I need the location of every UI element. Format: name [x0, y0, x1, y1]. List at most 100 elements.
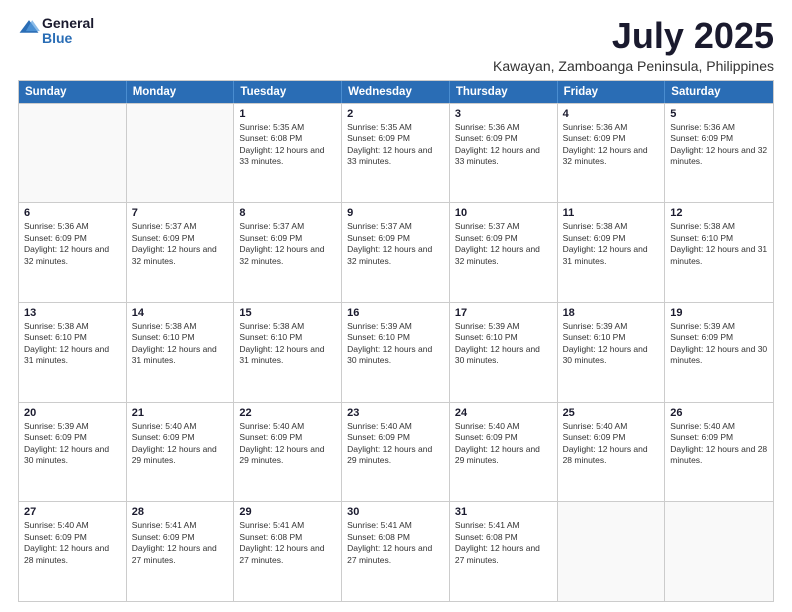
header-day-wednesday: Wednesday	[342, 81, 450, 103]
day-number: 27	[24, 506, 121, 518]
day-number: 25	[563, 407, 660, 419]
day-number: 24	[455, 407, 552, 419]
calendar: SundayMondayTuesdayWednesdayThursdayFrid…	[18, 80, 774, 602]
cal-cell: 14Sunrise: 5:38 AM Sunset: 6:10 PM Dayli…	[127, 303, 235, 402]
header-day-saturday: Saturday	[665, 81, 773, 103]
day-number: 18	[563, 307, 660, 319]
cal-cell: 29 Sunrise: 5:41 AM Sunset: 6:08 PM Dayli…	[234, 502, 342, 601]
cal-cell	[127, 104, 235, 203]
day-number: 22	[239, 407, 336, 419]
header-day-friday: Friday	[558, 81, 666, 103]
cal-cell: 31 Sunrise: 5:41 AM Sunset: 6:08 PM Dayli…	[450, 502, 558, 601]
day-info: Sunrise: 5:37 AM Sunset: 6:09 PM Dayligh…	[347, 221, 444, 267]
day-number: 20	[24, 407, 121, 419]
day-number: 6	[24, 207, 121, 219]
cal-cell: 12Sunrise: 5:38 AM Sunset: 6:10 PM Dayli…	[665, 203, 773, 302]
header-day-tuesday: Tuesday	[234, 81, 342, 103]
cal-cell	[558, 502, 666, 601]
day-info: Sunrise: 5:38 AM Sunset: 6:10 PM Dayligh…	[239, 321, 336, 367]
day-info: Sunrise: 5:35 AM Sunset: 6:09 PM Dayligh…	[347, 122, 444, 168]
day-number: 16	[347, 307, 444, 319]
cal-cell: 6Sunrise: 5:36 AM Sunset: 6:09 PM Daylig…	[19, 203, 127, 302]
day-info: Sunrise: 5:36 AM Sunset: 6:09 PM Dayligh…	[670, 122, 768, 168]
cal-cell: 13 Sunrise: 5:38 AM Sunset: 6:10 PM Dayli…	[19, 303, 127, 402]
day-info: Sunrise: 5:40 AM Sunset: 6:09 PM Dayligh…	[132, 421, 229, 467]
day-info: Sunrise: 5:39 AM Sunset: 6:09 PM Dayligh…	[670, 321, 768, 367]
day-number: 14	[132, 307, 229, 319]
day-info: Sunrise: 5:38 AM Sunset: 6:10 PM Dayligh…	[670, 221, 768, 267]
week-row-3: 13 Sunrise: 5:38 AM Sunset: 6:10 PM Dayli…	[19, 302, 773, 402]
day-number: 10	[455, 207, 552, 219]
cal-cell: 16Sunrise: 5:39 AM Sunset: 6:10 PM Dayli…	[342, 303, 450, 402]
day-info: Sunrise: 5:40 AM Sunset: 6:09 PM Dayligh…	[670, 421, 768, 467]
cal-cell: 11 Sunrise: 5:38 AM Sunset: 6:09 PM Dayli…	[558, 203, 666, 302]
day-number: 1	[239, 108, 336, 120]
day-number: 13	[24, 307, 121, 319]
day-number: 29	[239, 506, 336, 518]
day-info: Sunrise: 5:41 AM Sunset: 6:08 PM Dayligh…	[239, 520, 336, 566]
cal-cell: 23 Sunrise: 5:40 AM Sunset: 6:09 PM Dayli…	[342, 403, 450, 502]
cal-cell: 18 Sunrise: 5:39 AM Sunset: 6:10 PM Dayli…	[558, 303, 666, 402]
day-number: 8	[239, 207, 336, 219]
header-day-monday: Monday	[127, 81, 235, 103]
day-info: Sunrise: 5:41 AM Sunset: 6:09 PM Dayligh…	[132, 520, 229, 566]
cal-cell: 3Sunrise: 5:36 AM Sunset: 6:09 PM Daylig…	[450, 104, 558, 203]
day-info: Sunrise: 5:40 AM Sunset: 6:09 PM Dayligh…	[455, 421, 552, 467]
cal-cell: 25 Sunrise: 5:40 AM Sunset: 6:09 PM Dayli…	[558, 403, 666, 502]
day-number: 23	[347, 407, 444, 419]
subtitle: Kawayan, Zamboanga Peninsula, Philippine…	[493, 58, 774, 74]
cal-cell: 30Sunrise: 5:41 AM Sunset: 6:08 PM Dayli…	[342, 502, 450, 601]
cal-cell	[665, 502, 773, 601]
day-number: 2	[347, 108, 444, 120]
day-number: 15	[239, 307, 336, 319]
week-row-1: 1Sunrise: 5:35 AM Sunset: 6:08 PM Daylig…	[19, 103, 773, 203]
logo-line1: General	[42, 16, 94, 31]
day-info: Sunrise: 5:36 AM Sunset: 6:09 PM Dayligh…	[563, 122, 660, 168]
day-number: 3	[455, 108, 552, 120]
day-info: Sunrise: 5:39 AM Sunset: 6:10 PM Dayligh…	[455, 321, 552, 367]
cal-cell: 7 Sunrise: 5:37 AM Sunset: 6:09 PM Daylig…	[127, 203, 235, 302]
cal-cell: 10 Sunrise: 5:37 AM Sunset: 6:09 PM Dayli…	[450, 203, 558, 302]
week-row-5: 27 Sunrise: 5:40 AM Sunset: 6:09 PM Dayli…	[19, 501, 773, 601]
day-info: Sunrise: 5:37 AM Sunset: 6:09 PM Dayligh…	[455, 221, 552, 267]
day-info: Sunrise: 5:38 AM Sunset: 6:10 PM Dayligh…	[24, 321, 121, 367]
cal-cell: 28 Sunrise: 5:41 AM Sunset: 6:09 PM Dayli…	[127, 502, 235, 601]
day-number: 7	[132, 207, 229, 219]
day-number: 19	[670, 307, 768, 319]
day-number: 28	[132, 506, 229, 518]
day-info: Sunrise: 5:39 AM Sunset: 6:10 PM Dayligh…	[563, 321, 660, 367]
cal-cell: 5 Sunrise: 5:36 AM Sunset: 6:09 PM Daylig…	[665, 104, 773, 203]
cal-cell: 19 Sunrise: 5:39 AM Sunset: 6:09 PM Dayli…	[665, 303, 773, 402]
cal-cell	[19, 104, 127, 203]
cal-cell: 17Sunrise: 5:39 AM Sunset: 6:10 PM Dayli…	[450, 303, 558, 402]
day-number: 11	[563, 207, 660, 219]
day-info: Sunrise: 5:41 AM Sunset: 6:08 PM Dayligh…	[455, 520, 552, 566]
day-number: 4	[563, 108, 660, 120]
calendar-body: 1Sunrise: 5:35 AM Sunset: 6:08 PM Daylig…	[19, 103, 773, 601]
day-info: Sunrise: 5:38 AM Sunset: 6:09 PM Dayligh…	[563, 221, 660, 267]
header: General Blue July 2025 Kawayan, Zamboang…	[18, 16, 774, 74]
header-day-thursday: Thursday	[450, 81, 558, 103]
day-number: 31	[455, 506, 552, 518]
day-info: Sunrise: 5:40 AM Sunset: 6:09 PM Dayligh…	[24, 520, 121, 566]
day-info: Sunrise: 5:39 AM Sunset: 6:09 PM Dayligh…	[24, 421, 121, 467]
day-number: 26	[670, 407, 768, 419]
cal-cell: 4 Sunrise: 5:36 AM Sunset: 6:09 PM Daylig…	[558, 104, 666, 203]
day-number: 30	[347, 506, 444, 518]
cal-cell: 1Sunrise: 5:35 AM Sunset: 6:08 PM Daylig…	[234, 104, 342, 203]
day-number: 9	[347, 207, 444, 219]
logo-icon	[18, 17, 40, 39]
logo: General Blue	[18, 16, 94, 47]
day-info: Sunrise: 5:40 AM Sunset: 6:09 PM Dayligh…	[239, 421, 336, 467]
cal-cell: 22 Sunrise: 5:40 AM Sunset: 6:09 PM Dayli…	[234, 403, 342, 502]
day-info: Sunrise: 5:40 AM Sunset: 6:09 PM Dayligh…	[563, 421, 660, 467]
cal-cell: 26 Sunrise: 5:40 AM Sunset: 6:09 PM Dayli…	[665, 403, 773, 502]
day-number: 21	[132, 407, 229, 419]
day-info: Sunrise: 5:40 AM Sunset: 6:09 PM Dayligh…	[347, 421, 444, 467]
week-row-4: 20 Sunrise: 5:39 AM Sunset: 6:09 PM Dayli…	[19, 402, 773, 502]
day-number: 5	[670, 108, 768, 120]
cal-cell: 9 Sunrise: 5:37 AM Sunset: 6:09 PM Daylig…	[342, 203, 450, 302]
day-info: Sunrise: 5:37 AM Sunset: 6:09 PM Dayligh…	[239, 221, 336, 267]
cal-cell: 2 Sunrise: 5:35 AM Sunset: 6:09 PM Daylig…	[342, 104, 450, 203]
day-info: Sunrise: 5:37 AM Sunset: 6:09 PM Dayligh…	[132, 221, 229, 267]
